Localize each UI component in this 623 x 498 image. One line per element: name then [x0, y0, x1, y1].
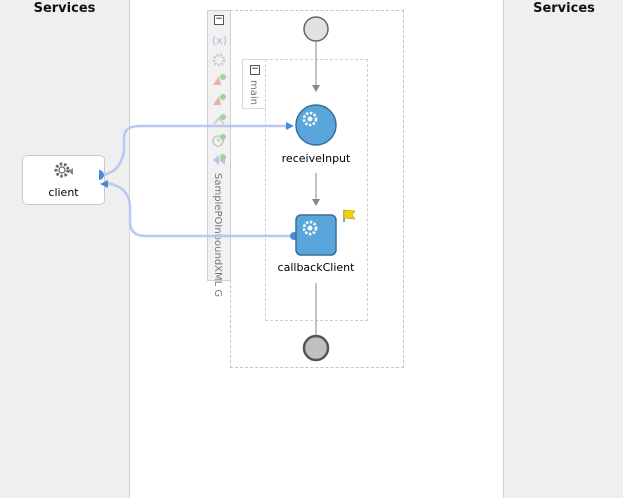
wire-client-to-receive[interactable]: [103, 124, 288, 177]
warning-flag-icon[interactable]: [343, 209, 356, 222]
wire-arrow-receive: [286, 122, 294, 130]
receive-activity-label: receiveInput: [281, 152, 351, 165]
client-port-in: [99, 170, 104, 180]
wire-arrow-client: [100, 180, 108, 188]
flow-arrow-1: [312, 85, 320, 92]
wire-callback-to-client[interactable]: [105, 181, 290, 238]
diagram-canvas: [99, 16, 356, 362]
flow-arrow-2: [312, 199, 320, 206]
start-event[interactable]: [303, 16, 329, 42]
end-event[interactable]: [302, 334, 330, 362]
callback-activity-label: callbackClient: [277, 261, 355, 274]
receive-activity[interactable]: [295, 104, 337, 146]
callback-activity[interactable]: [295, 214, 337, 256]
